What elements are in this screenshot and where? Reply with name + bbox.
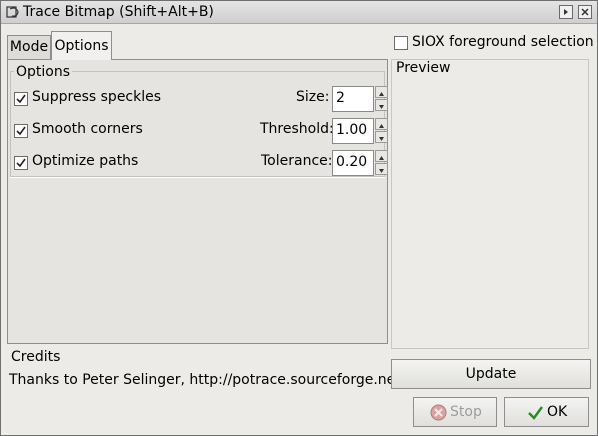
stop-icon	[430, 404, 447, 421]
smooth-corners-checkbox[interactable]	[14, 124, 28, 138]
window-title: Trace Bitmap (Shift+Alt+B)	[23, 4, 214, 20]
checkmark-icon	[527, 404, 544, 421]
trace-bitmap-dialog: Trace Bitmap (Shift+Alt+B) Mode Options …	[0, 0, 598, 436]
size-input[interactable]: 2	[332, 86, 374, 112]
tab-mode[interactable]: Mode	[7, 35, 51, 59]
ok-button-label: OK	[547, 404, 568, 420]
threshold-label: Threshold:	[260, 121, 334, 137]
credits-title: Credits	[11, 349, 61, 365]
threshold-input[interactable]: 1.00	[332, 118, 374, 144]
threshold-spinbox[interactable]: 1.00	[332, 118, 388, 144]
threshold-increment-button[interactable]	[375, 118, 388, 130]
siox-checkbox[interactable]	[394, 36, 408, 50]
trace-bitmap-icon	[6, 5, 20, 19]
stop-button[interactable]: Stop	[413, 397, 497, 427]
threshold-decrement-button[interactable]	[375, 131, 388, 143]
size-increment-button[interactable]	[375, 86, 388, 98]
tab-options-label: Options	[54, 38, 109, 54]
suppress-speckles-row: Suppress speckles Size: 2	[14, 86, 388, 112]
smooth-corners-label[interactable]: Smooth corners	[32, 121, 143, 137]
tolerance-increment-button[interactable]	[375, 150, 388, 162]
stop-button-label: Stop	[450, 404, 482, 420]
tolerance-input[interactable]: 0.20	[332, 150, 374, 176]
options-frame-label: Options	[14, 64, 73, 80]
optimize-paths-checkbox[interactable]	[14, 156, 28, 170]
options-divider	[10, 177, 385, 178]
tab-options[interactable]: Options	[51, 31, 112, 60]
smooth-corners-row: Smooth corners Threshold: 1.00	[14, 118, 388, 144]
optimize-paths-row: Optimize paths Tolerance: 0.20	[14, 150, 388, 176]
siox-label[interactable]: SIOX foreground selection	[412, 34, 594, 50]
tab-mode-label: Mode	[9, 39, 49, 55]
maximize-button[interactable]	[559, 5, 573, 19]
options-panel: Options Suppress speckles Size: 2 Smooth…	[7, 59, 388, 344]
suppress-speckles-label[interactable]: Suppress speckles	[32, 89, 161, 105]
credits-text: Thanks to Peter Selinger, http://potrace…	[9, 372, 401, 388]
tolerance-spinbox[interactable]: 0.20	[332, 150, 388, 176]
update-button[interactable]: Update	[391, 359, 591, 389]
suppress-speckles-checkbox[interactable]	[14, 92, 28, 106]
size-spinbox[interactable]: 2	[332, 86, 388, 112]
preview-label: Preview	[394, 60, 453, 76]
preview-frame: Preview	[391, 59, 589, 349]
size-decrement-button[interactable]	[375, 99, 388, 111]
tolerance-decrement-button[interactable]	[375, 163, 388, 175]
size-label: Size:	[296, 89, 330, 105]
tolerance-label: Tolerance:	[261, 153, 333, 169]
ok-button[interactable]: OK	[504, 397, 589, 427]
close-button[interactable]	[578, 5, 592, 19]
optimize-paths-label[interactable]: Optimize paths	[32, 153, 138, 169]
update-button-label: Update	[465, 366, 517, 382]
title-bar[interactable]: Trace Bitmap (Shift+Alt+B)	[1, 1, 597, 24]
